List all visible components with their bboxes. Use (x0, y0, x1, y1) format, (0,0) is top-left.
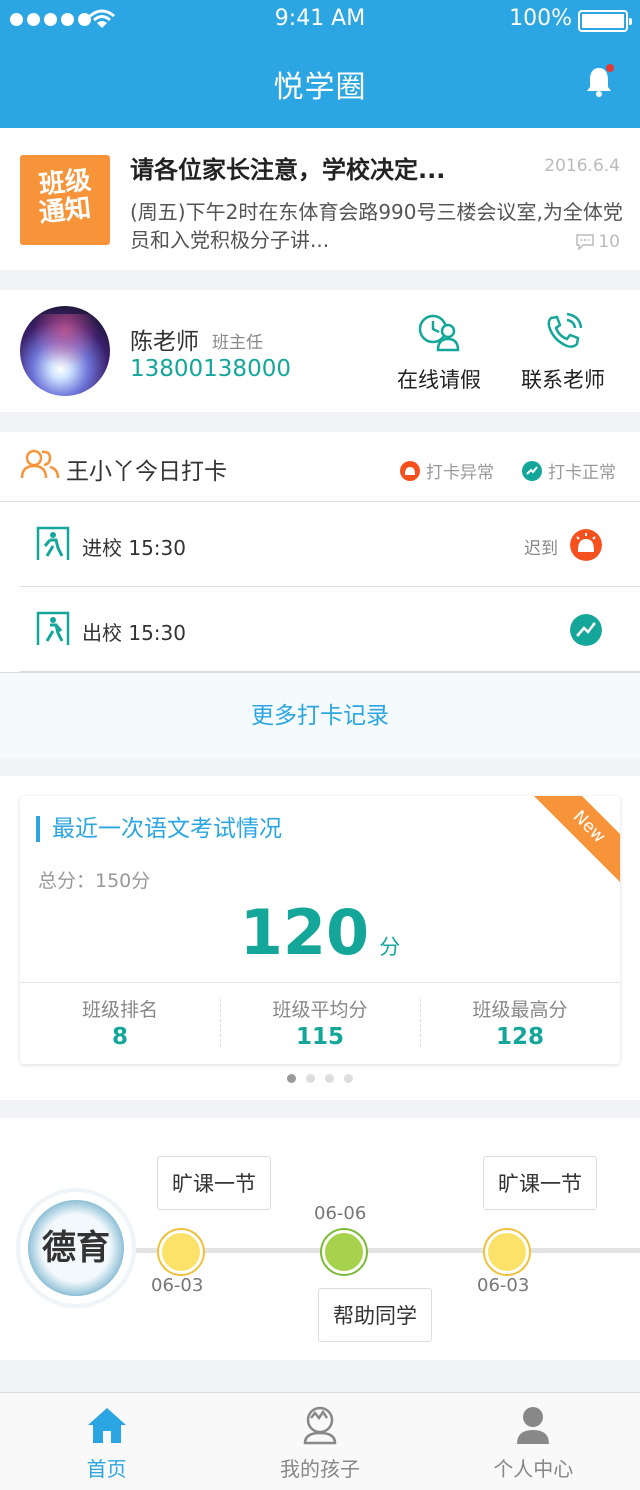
stat-class-average: 班级平均分 115 (220, 983, 420, 1064)
teacher-card: 陈老师 班主任 13800138000 在线请假 联系老师 (0, 290, 640, 412)
exam-score: 120 分 (20, 896, 620, 969)
exam-title: 最近一次语文考试情况 (36, 816, 282, 842)
exam-section: 最近一次语文考试情况 New 总分：150分 120 分 班级排名 8 班级平均分… (0, 776, 640, 1100)
bottom-tab-bar: 首页 我的孩子 个人中心 (0, 1392, 640, 1490)
notice-date: 2016.6.4 (544, 156, 620, 176)
contact-teacher-label: 联系老师 (521, 368, 605, 392)
trend-icon (522, 460, 542, 481)
page-title: 悦学圈 (273, 70, 367, 105)
teacher-name: 陈老师 (130, 329, 199, 355)
page-dot[interactable] (325, 1074, 334, 1083)
teacher-phone[interactable]: 13800138000 (130, 356, 291, 382)
enter-school-icon (36, 526, 70, 560)
tab-profile-label: 个人中心 (493, 1457, 574, 1481)
new-ribbon: New (531, 796, 620, 885)
online-leave-label: 在线请假 (397, 368, 481, 392)
event-bubble[interactable]: 旷课一节 (483, 1156, 597, 1210)
moral-badge[interactable]: 德育 (20, 1192, 132, 1304)
notice-body: (周五)下午2时在东体育会路990号三楼会议室,为全体党员和入党积极分子讲... (130, 200, 623, 252)
stat-value: 128 (495, 1024, 544, 1050)
comment-count: 10 (576, 232, 620, 252)
stat-value: 115 (295, 1024, 344, 1050)
exam-total: 总分：150分 (38, 870, 151, 892)
attendance-title: 王小丫今日打卡 (66, 459, 227, 485)
late-status: 迟到 (524, 539, 558, 559)
user-icon (517, 1407, 550, 1444)
teacher-avatar (20, 306, 110, 396)
online-leave-button[interactable]: 在线请假 (384, 312, 494, 394)
alarm-icon (570, 529, 602, 561)
battery-percent: 100% (509, 6, 572, 31)
trend-icon (570, 614, 602, 646)
attendance-card: 王小丫今日打卡 打卡异常 打卡正常 进校 15:30 迟到 出校 15:30 更… (0, 432, 640, 758)
stat-class-rank: 班级排名 8 (20, 983, 220, 1064)
legend-abnormal-label: 打卡异常 (426, 463, 494, 483)
attendance-row-exit: 出校 15:30 (20, 587, 640, 672)
status-bar: 9:41 AM 100% (0, 0, 640, 40)
happy-face-icon[interactable] (322, 1230, 366, 1274)
attendance-row-enter: 进校 15:30 迟到 (20, 502, 640, 587)
exam-score-value: 120 (239, 896, 370, 969)
legend-normal: 打卡正常 (522, 458, 616, 483)
stat-label: 班级平均分 (272, 999, 368, 1021)
child-icon (303, 1406, 337, 1445)
timeline-track (130, 1248, 640, 1253)
teacher-role: 班主任 (212, 333, 263, 353)
page-dot[interactable] (306, 1074, 315, 1083)
page-dot[interactable] (344, 1074, 353, 1083)
tab-profile[interactable]: 个人中心 (427, 1393, 640, 1490)
alarm-icon (400, 460, 420, 481)
moral-education-section: 德育 旷课一节 06-03 06-06 帮助同学 旷课一节 06-03 (0, 1118, 640, 1360)
bell-icon[interactable] (584, 64, 614, 98)
home-icon (87, 1408, 126, 1443)
attendance-header: 王小丫今日打卡 打卡异常 打卡正常 (0, 432, 640, 502)
enter-time: 进校 15:30 (82, 536, 186, 560)
legend-normal-label: 打卡正常 (548, 463, 616, 483)
tab-home[interactable]: 首页 (0, 1393, 213, 1490)
comment-icon (576, 234, 595, 250)
leave-clock-icon (418, 314, 460, 352)
exit-school-icon (36, 611, 70, 645)
app-header: 9:41 AM 100% 悦学圈 (0, 0, 640, 128)
stat-class-highest: 班级最高分 128 (420, 983, 620, 1064)
sad-face-icon[interactable] (159, 1230, 203, 1274)
event-date: 06-03 (151, 1275, 204, 1296)
comment-count-value: 10 (598, 232, 620, 252)
event-date: 06-03 (477, 1275, 530, 1296)
legend-abnormal: 打卡异常 (400, 458, 494, 483)
page-dot[interactable] (287, 1074, 296, 1083)
battery-icon (578, 10, 632, 32)
phone-icon (547, 312, 583, 348)
tab-my-child-label: 我的孩子 (279, 1457, 360, 1481)
event-date: 06-06 (314, 1203, 367, 1224)
exit-time: 出校 15:30 (82, 621, 186, 645)
people-icon (20, 449, 60, 479)
moral-badge-text: 德育 (28, 1200, 124, 1296)
notice-title: 请各位家长注意，学校决定... (130, 156, 446, 184)
class-notice-card[interactable]: 班级 通知 请各位家长注意，学校决定... 2016.6.4 (周五)下午2时在… (0, 128, 640, 270)
event-bubble[interactable]: 旷课一节 (157, 1156, 271, 1210)
page-indicator[interactable] (0, 1074, 640, 1083)
event-bubble[interactable]: 帮助同学 (318, 1288, 432, 1342)
stat-value: 8 (111, 1024, 128, 1050)
stat-label: 班级排名 (81, 999, 158, 1021)
contact-teacher-button[interactable]: 联系老师 (508, 312, 618, 394)
sad-face-icon[interactable] (485, 1230, 529, 1274)
more-records-button[interactable]: 更多打卡记录 (0, 672, 640, 758)
tab-home-label: 首页 (86, 1457, 127, 1481)
stat-label: 班级最高分 (472, 999, 568, 1021)
exam-score-unit: 分 (379, 935, 401, 959)
exam-card[interactable]: 最近一次语文考试情况 New 总分：150分 120 分 班级排名 8 班级平均分… (20, 796, 620, 1064)
class-notice-badge: 班级 通知 (20, 155, 110, 245)
exam-stats: 班级排名 8 班级平均分 115 班级最高分 128 (20, 982, 620, 1064)
tab-my-child[interactable]: 我的孩子 (213, 1393, 426, 1490)
